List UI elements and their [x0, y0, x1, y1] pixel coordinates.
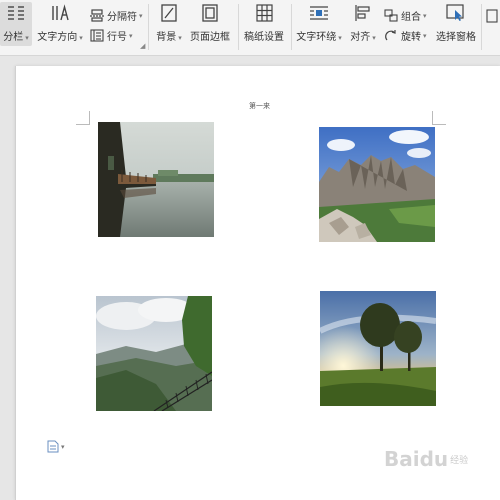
trees-sunset-photo[interactable] [320, 291, 436, 406]
text-wrap-button[interactable]: 文字环绕 ▾ [295, 2, 343, 46]
separator-icon [90, 9, 104, 23]
ribbon-toolbar: 分栏 ▾ 文字方向 ▾ 分隔符 ▾ 行号 ▾ ◢ 背景 ▾ 页面边框 稿纸设置 … [0, 0, 500, 56]
document-icon [47, 440, 59, 453]
selection-pane-button[interactable]: 选择窗格 [434, 2, 478, 46]
crop-mark-top-left [76, 111, 90, 125]
line-number-icon [90, 29, 104, 43]
text-direction-button[interactable]: 文字方向 ▾ [36, 2, 84, 46]
background-button[interactable]: 背景 ▾ [153, 2, 185, 46]
chevron-down-icon: ▾ [61, 442, 65, 451]
align-button[interactable]: 对齐 ▾ [346, 2, 380, 46]
crop-mark-top-right [432, 111, 446, 125]
background-label: 背景 [156, 32, 177, 43]
chevron-down-icon: ▾ [139, 11, 143, 20]
manuscript-settings-label: 稿纸设置 [244, 32, 284, 43]
valley-overlook-photo[interactable] [96, 296, 212, 411]
text-direction-icon [49, 2, 71, 24]
columns-icon [5, 2, 27, 24]
columns-button[interactable]: 分栏 ▾ [0, 2, 32, 46]
group-label: 组合 [401, 12, 421, 23]
divider [238, 4, 239, 50]
chevron-down-icon: ▾ [338, 34, 342, 42]
baidu-watermark: Baidu 经验 [384, 447, 468, 471]
layout-options-button[interactable]: ▾ [47, 440, 65, 453]
background-icon [158, 2, 180, 24]
chevron-down-icon: ▾ [79, 34, 83, 42]
align-label: 对齐 [350, 32, 371, 43]
separator-button[interactable]: 分隔符 ▾ [90, 8, 143, 23]
page-border-label: 页面边框 [190, 32, 230, 43]
line-number-label: 行号 [107, 32, 127, 43]
columns-label: 分栏 [3, 32, 24, 43]
text-wrap-label: 文字环绕 [296, 32, 337, 43]
bridge-lake-photo[interactable] [98, 122, 214, 237]
manuscript-settings-button[interactable]: 稿纸设置 [242, 2, 286, 46]
dialog-launcher-icon[interactable]: ◢ [140, 42, 145, 50]
text-wrap-icon [308, 2, 330, 24]
chevron-down-icon: ▾ [129, 31, 133, 40]
chevron-down-icon: ▾ [372, 34, 376, 42]
chevron-down-icon: ▾ [25, 34, 29, 42]
watermark-brand: Baidu [384, 447, 449, 471]
more-button[interactable] [484, 6, 500, 26]
page-border-icon [199, 2, 221, 24]
rotate-label: 旋转 [401, 32, 421, 43]
group-icon [384, 9, 398, 23]
chevron-down-icon: ▾ [423, 31, 427, 40]
watermark-sub: 经验 [450, 455, 469, 466]
selection-pane-icon [445, 2, 467, 24]
rotate-button[interactable]: 旋转 ▾ [384, 28, 427, 43]
page-header-text: 第一来 [249, 102, 270, 110]
text-direction-label: 文字方向 [37, 32, 78, 43]
page-icon [481, 6, 500, 26]
chevron-down-icon: ▾ [178, 34, 182, 42]
manuscript-grid-icon [253, 2, 275, 24]
divider [148, 4, 149, 50]
chevron-down-icon: ▾ [423, 11, 427, 20]
line-number-button[interactable]: 行号 ▾ [90, 28, 133, 43]
align-icon [352, 2, 374, 24]
selection-pane-label: 选择窗格 [436, 32, 476, 43]
divider [291, 4, 292, 50]
page-border-button[interactable]: 页面边框 [188, 2, 232, 46]
mountains-photo[interactable] [319, 127, 435, 242]
rotate-icon [384, 29, 398, 43]
separator-label: 分隔符 [107, 12, 137, 23]
group-button[interactable]: 组合 ▾ [384, 8, 427, 23]
